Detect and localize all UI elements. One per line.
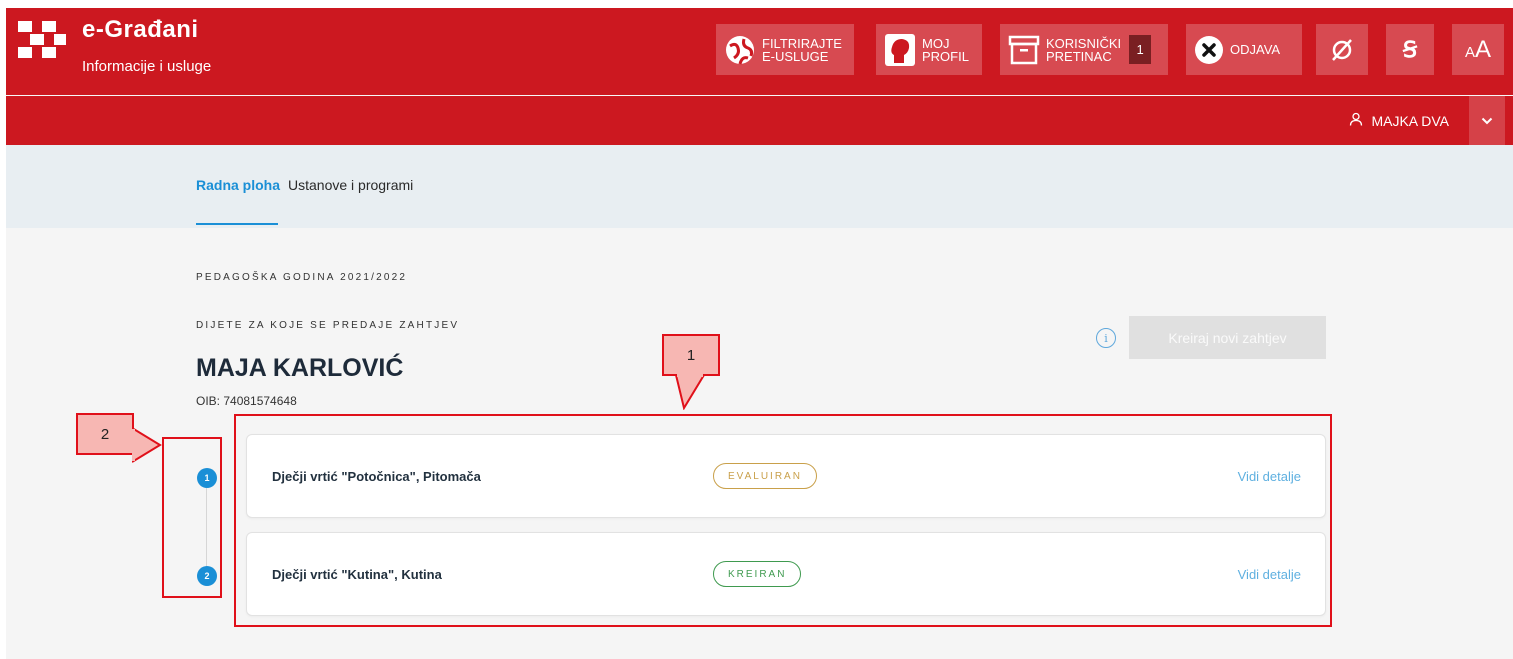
user-name: MAJKA DVA	[1371, 112, 1449, 129]
child-section-label: DIJETE ZA KOJE SE PREDAJE ZAHTJEV	[196, 320, 460, 331]
child-oib: OIB: 74081574648	[196, 394, 297, 408]
logout-label: ODJAVA	[1230, 42, 1281, 57]
annotation-callout-1: 1	[662, 334, 720, 376]
visibility-toggle-button[interactable]	[1316, 24, 1368, 75]
create-request-button[interactable]: Kreiraj novi zahtjev	[1129, 316, 1326, 359]
user-menu[interactable]: MAJKA DVA	[1349, 112, 1449, 129]
active-tab-underline	[196, 223, 278, 225]
filter-services-button[interactable]: FILTRIRAJTE E-USLUGE	[716, 24, 854, 75]
child-name: MAJA KARLOVIĆ	[196, 354, 404, 382]
font-size-small-a: A	[1464, 43, 1475, 61]
tab-radna-ploha[interactable]: Radna ploha	[196, 177, 280, 193]
logout-button[interactable]: ODJAVA	[1186, 24, 1302, 75]
brand-subtitle: Informacije i usluge	[82, 58, 212, 75]
callout-2-pointer	[132, 427, 162, 463]
globe-filter-icon	[724, 34, 756, 66]
user-bar: MAJKA DVA	[6, 96, 1513, 145]
font-size-button[interactable]: A A	[1452, 24, 1504, 75]
user-menu-toggle[interactable]	[1469, 96, 1505, 145]
tab-bar: Radna ploha Ustanove i programi	[6, 145, 1513, 228]
annotation-box-1	[234, 414, 1332, 627]
profile-icon	[884, 33, 916, 67]
dyslexia-font-icon: Ꞩ	[1403, 36, 1417, 62]
info-icon[interactable]: i	[1096, 328, 1116, 348]
dyslexia-font-button[interactable]: Ꞩ	[1386, 24, 1434, 75]
chevron-down-icon	[1481, 112, 1493, 130]
tab-ustanove-i-programi[interactable]: Ustanove i programi	[288, 177, 413, 193]
e-gradani-logo[interactable]	[18, 21, 68, 71]
brand-title: e-Građani	[82, 16, 199, 43]
annotation-box-2	[162, 437, 222, 598]
callout-1-pointer	[675, 374, 705, 410]
annotation-callout-2: 2	[76, 413, 134, 455]
inbox-icon	[1008, 35, 1040, 65]
inbox-count-badge: 1	[1129, 35, 1152, 64]
inbox-label-line2: PRETINAC	[1046, 48, 1112, 64]
user-icon	[1349, 112, 1363, 129]
close-circle-icon	[1194, 35, 1224, 65]
user-inbox-button[interactable]: KORISNIČKI PRETINAC 1	[1000, 24, 1168, 75]
font-size-icon: A A	[1465, 36, 1491, 64]
my-profile-button[interactable]: MOJ PROFIL	[876, 24, 982, 75]
school-year-label: PEDAGOŠKA GODINA 2021/2022	[196, 272, 408, 283]
page: e-Građani Informacije i usluge FILTRIRAJ…	[6, 8, 1513, 659]
font-size-large-a: A	[1475, 35, 1492, 63]
site-header: e-Građani Informacije i usluge FILTRIRAJ…	[6, 8, 1513, 95]
profile-label-line2: PROFIL	[922, 48, 969, 64]
filter-label-line2: E-USLUGE	[762, 48, 829, 64]
hide-visibility-icon	[1330, 38, 1354, 62]
